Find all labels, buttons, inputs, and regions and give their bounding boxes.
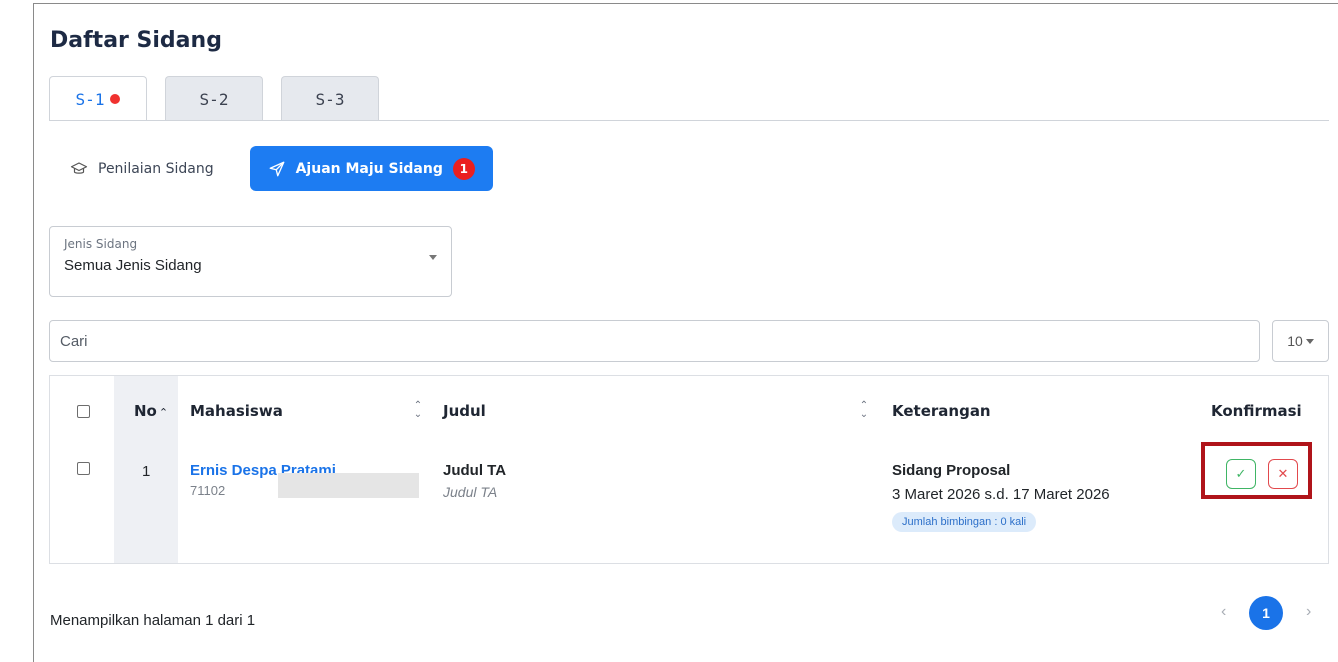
header-mahasiswa: Mahasiswa [190, 402, 283, 420]
caret-down-icon [1305, 338, 1314, 344]
student-nim: 71102 [190, 483, 226, 498]
header-no-label: No [134, 402, 157, 420]
tab-divider [49, 120, 1329, 121]
jenis-sidang-value: Semua Jenis Sidang [64, 257, 202, 274]
tab-s1-label: S-1 [75, 89, 105, 109]
sort-asc-icon: ⌃ [158, 406, 169, 419]
bimbingan-badge: Jumlah bimbingan : 0 kali [892, 512, 1037, 532]
sub-navigation: Penilaian Sidang Ajuan Maju Sidang 1 [56, 146, 493, 191]
ajuan-maju-sidang-button[interactable]: Ajuan Maju Sidang 1 [249, 146, 493, 191]
header-konfirmasi: Konfirmasi [1211, 402, 1302, 420]
page-title: Daftar Sidang [50, 28, 222, 53]
paper-plane-icon [268, 160, 286, 178]
chevron-down-icon [429, 255, 437, 260]
judul-title: Judul TA [443, 462, 507, 479]
next-page-icon[interactable]: › [1306, 603, 1311, 621]
row-checkbox[interactable] [77, 462, 90, 475]
sort-judul-icon[interactable]: ⌃ ⌄ [859, 401, 869, 421]
tab-s2-label: S-2 [199, 89, 229, 109]
highlight-box [1201, 442, 1312, 499]
header-keterangan: Keterangan [892, 402, 991, 420]
page-1-button[interactable]: 1 [1249, 596, 1283, 630]
tab-s3-label: S-3 [315, 89, 345, 109]
page-size-select[interactable]: 10 [1272, 320, 1329, 362]
select-all-checkbox[interactable] [77, 405, 90, 418]
jenis-sidang-text: Sidang Proposal [892, 462, 1011, 479]
pagination-info: Menampilkan halaman 1 dari 1 [50, 612, 256, 629]
penilaian-sidang-label: Penilaian Sidang [98, 160, 214, 177]
search-input[interactable] [49, 320, 1260, 362]
penilaian-sidang-button[interactable]: Penilaian Sidang [56, 146, 228, 191]
row-no: 1 [142, 463, 151, 480]
tab-bar: S-1 S-2 S-3 [49, 76, 379, 122]
header-no[interactable]: No ⌃ [134, 402, 168, 420]
tab-s3[interactable]: S-3 [281, 76, 379, 121]
jenis-sidang-label: Jenis Sidang [64, 237, 138, 251]
redaction-mask [278, 473, 419, 498]
graduation-cap-icon [70, 160, 88, 178]
judul-subtitle: Judul TA [443, 484, 498, 500]
sidang-table: No ⌃ Mahasiswa ⌃ ⌄ Judul ⌃ ⌄ Keterangan Kon… [49, 375, 1329, 564]
prev-page-icon[interactable]: ‹ [1221, 603, 1226, 621]
ajuan-count-badge: 1 [452, 157, 475, 180]
page-size-value: 10 [1287, 333, 1303, 349]
notification-dot-icon [110, 94, 121, 104]
jenis-sidang-select[interactable]: Jenis Sidang Semua Jenis Sidang [49, 226, 452, 297]
ajuan-maju-sidang-label: Ajuan Maju Sidang [295, 160, 443, 177]
header-judul: Judul [443, 402, 486, 420]
tab-s1[interactable]: S-1 [49, 76, 147, 122]
tanggal-sidang-text: 3 Maret 2026 s.d. 17 Maret 2026 [892, 486, 1110, 503]
tab-s2[interactable]: S-2 [165, 76, 263, 121]
sort-mahasiswa-icon[interactable]: ⌃ ⌄ [413, 401, 423, 421]
